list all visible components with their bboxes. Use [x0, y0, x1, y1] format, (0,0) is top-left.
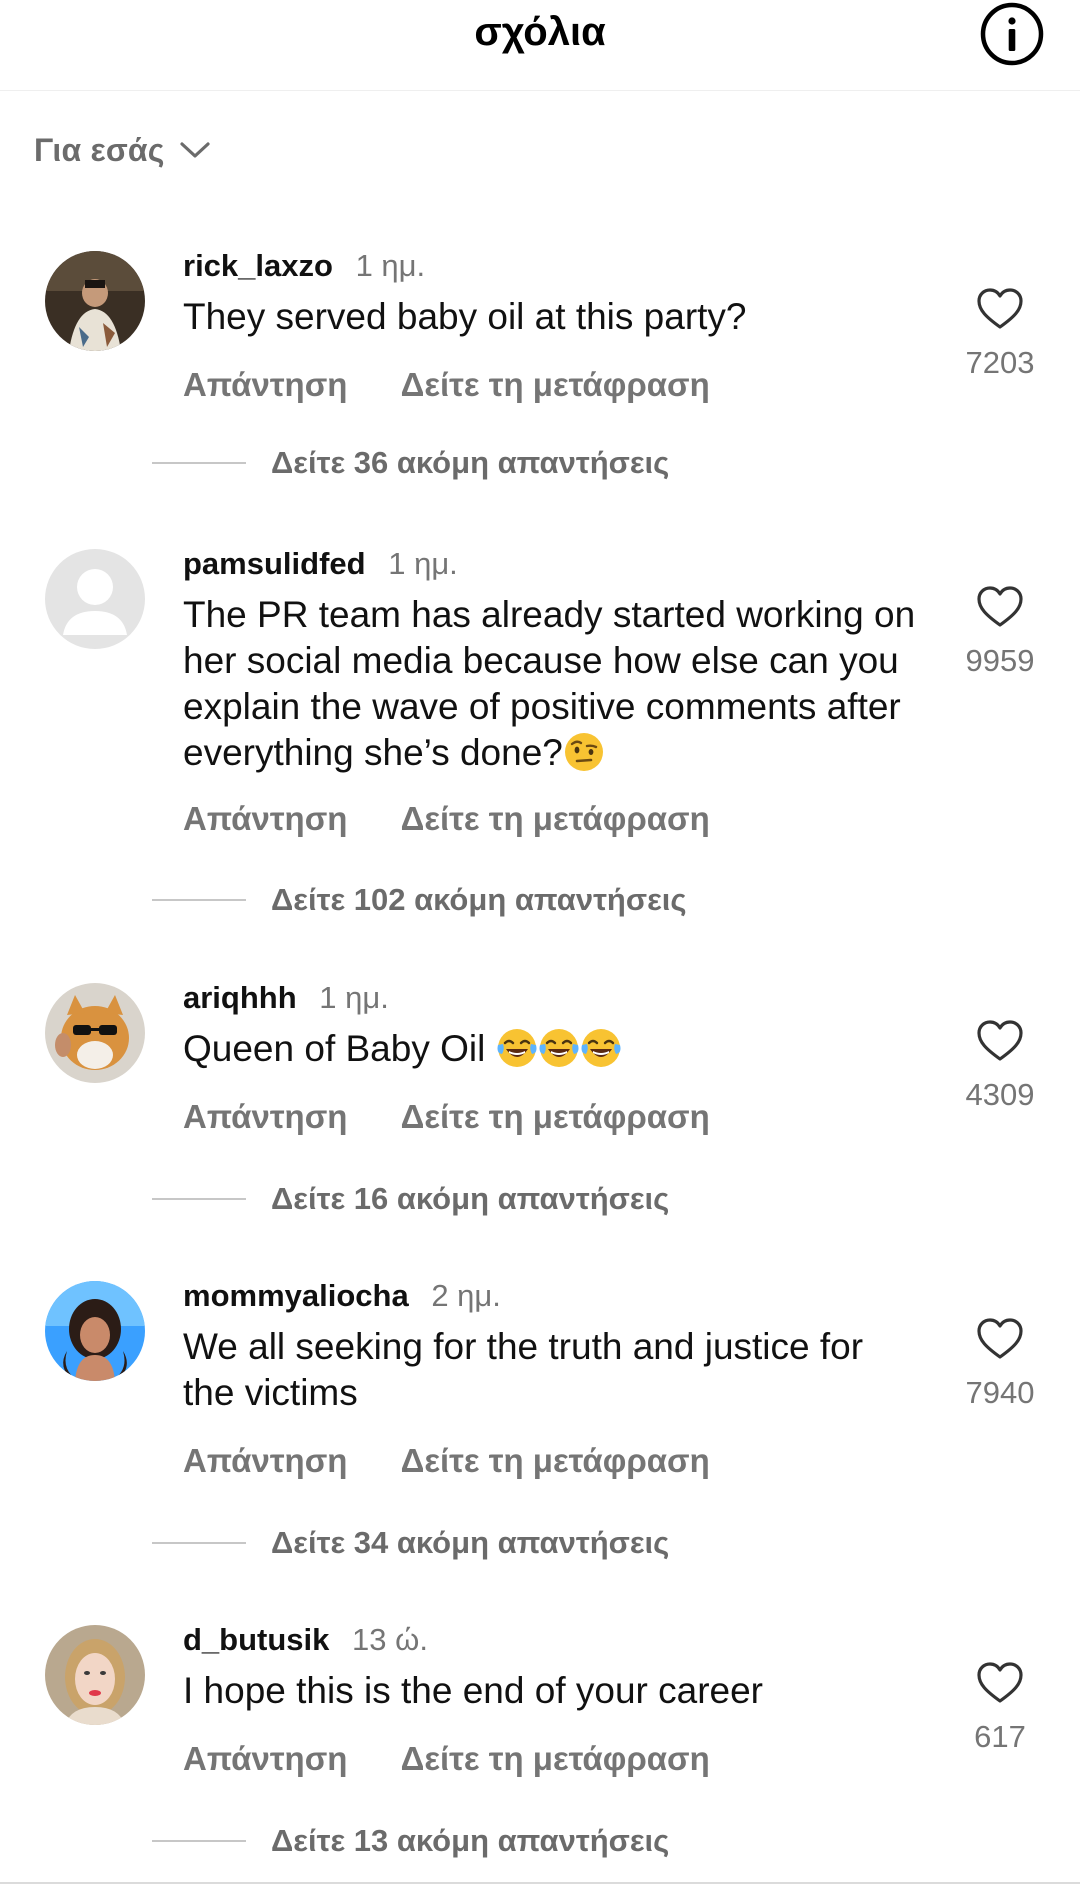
timestamp: 1 ημ.	[319, 980, 389, 1015]
sort-selector[interactable]: Για εσάς	[34, 130, 211, 170]
comment-meta: mommyaliocha 2 ημ.	[183, 1278, 501, 1318]
comment-actions: Απάντηση Δείτε τη μετάφραση	[183, 800, 710, 838]
bottom-divider	[0, 1882, 1080, 1884]
comment-text-body: Queen of Baby Oil	[183, 1028, 486, 1069]
avatar[interactable]	[45, 549, 145, 649]
like-count: 9959	[965, 643, 1035, 678]
reply-button[interactable]: Απάντηση	[183, 1098, 347, 1135]
comment-actions: Απάντηση Δείτε τη μετάφραση	[183, 366, 710, 404]
username[interactable]: pamsulidfed	[183, 546, 366, 581]
see-translation-button[interactable]: Δείτε τη μετάφραση	[401, 366, 710, 403]
comment-text: We all seeking for the truth and justice…	[183, 1326, 864, 1413]
see-translation-button[interactable]: Δείτε τη μετάφραση	[401, 1442, 710, 1479]
comment-meta: pamsulidfed 1 ημ.	[183, 546, 458, 586]
page-title: σχόλια	[474, 10, 606, 54]
comment-text: The PR team has already started working …	[183, 592, 923, 776]
comment-text-body: The PR team has already started working …	[183, 594, 916, 773]
replies-divider	[152, 1840, 246, 1842]
comment-actions: Απάντηση Δείτε τη μετάφραση	[183, 1442, 710, 1480]
sort-label: Για εσάς	[34, 131, 165, 168]
replies-divider	[152, 1542, 246, 1544]
like-count: 617	[974, 1719, 1026, 1754]
see-translation-button[interactable]: Δείτε τη μετάφραση	[401, 1098, 710, 1135]
comment-text: Queen of Baby Oil	[183, 1026, 923, 1072]
see-translation-button[interactable]: Δείτε τη μετάφραση	[401, 1740, 710, 1777]
username[interactable]: mommyaliocha	[183, 1278, 409, 1313]
like-block: 7203	[955, 287, 1045, 381]
heart-icon[interactable]	[976, 585, 1024, 629]
view-replies-label[interactable]: Δείτε 102 ακόμη απαντήσεις	[271, 882, 687, 918]
username[interactable]: rick_laxzo	[183, 248, 333, 283]
username[interactable]: d_butusik	[183, 1622, 329, 1657]
reply-button[interactable]: Απάντηση	[183, 800, 347, 837]
like-block: 4309	[955, 1019, 1045, 1113]
see-translation-button[interactable]: Δείτε τη μετάφραση	[401, 800, 710, 837]
avatar[interactable]	[45, 1281, 145, 1381]
comment-actions: Απάντηση Δείτε τη μετάφραση	[183, 1740, 710, 1778]
like-block: 9959	[955, 585, 1045, 679]
like-count: 4309	[965, 1077, 1035, 1112]
reply-button[interactable]: Απάντηση	[183, 366, 347, 403]
replies-divider	[152, 462, 246, 464]
comment-meta: ariqhhh 1 ημ.	[183, 980, 389, 1020]
view-replies[interactable]: Δείτε 102 ακόμη απαντήσεις	[152, 880, 687, 920]
view-replies[interactable]: Δείτε 36 ακόμη απαντήσεις	[152, 443, 669, 483]
comment-text: I hope this is the end of your career	[183, 1670, 764, 1711]
heart-icon[interactable]	[976, 1019, 1024, 1063]
replies-divider	[152, 899, 246, 901]
view-replies[interactable]: Δείτε 16 ακόμη απαντήσεις	[152, 1179, 669, 1219]
info-icon[interactable]	[979, 1, 1045, 67]
timestamp: 1 ημ.	[388, 546, 458, 581]
tears-of-joy-emoji-icon	[581, 1029, 621, 1067]
like-block: 617	[955, 1661, 1045, 1755]
comment-text: They served baby oil at this party?	[183, 296, 747, 337]
like-count: 7203	[965, 345, 1035, 380]
heart-icon[interactable]	[976, 287, 1024, 331]
reply-button[interactable]: Απάντηση	[183, 1442, 347, 1479]
like-block: 7940	[955, 1317, 1045, 1411]
heart-icon[interactable]	[976, 1317, 1024, 1361]
avatar[interactable]	[45, 983, 145, 1083]
timestamp: 1 ημ.	[355, 248, 426, 283]
tears-of-joy-emoji-icon	[539, 1029, 579, 1067]
like-count: 7940	[965, 1375, 1035, 1410]
view-replies[interactable]: Δείτε 13 ακόμη απαντήσεις	[152, 1821, 669, 1861]
view-replies-label[interactable]: Δείτε 13 ακόμη απαντήσεις	[271, 1823, 669, 1859]
timestamp: 13 ώ.	[352, 1622, 428, 1657]
comment-actions: Απάντηση Δείτε τη μετάφραση	[183, 1098, 710, 1136]
comment-meta: rick_laxzo 1 ημ.	[183, 248, 425, 288]
timestamp: 2 ημ.	[431, 1278, 501, 1313]
replies-divider	[152, 1198, 246, 1200]
reply-button[interactable]: Απάντηση	[183, 1740, 347, 1777]
raised-eyebrow-emoji-icon	[564, 733, 603, 771]
avatar[interactable]	[45, 251, 145, 351]
view-replies-label[interactable]: Δείτε 36 ακόμη απαντήσεις	[271, 445, 669, 481]
heart-icon[interactable]	[976, 1661, 1024, 1705]
comment-meta: d_butusik 13 ώ.	[183, 1622, 428, 1662]
tears-of-joy-emoji-icon	[497, 1029, 537, 1067]
chevron-down-icon	[180, 142, 210, 158]
top-bar: σχόλια	[0, 0, 1080, 91]
username[interactable]: ariqhhh	[183, 980, 297, 1015]
view-replies-label[interactable]: Δείτε 34 ακόμη απαντήσεις	[271, 1525, 669, 1561]
avatar[interactable]	[45, 1625, 145, 1725]
view-replies[interactable]: Δείτε 34 ακόμη απαντήσεις	[152, 1523, 669, 1563]
view-replies-label[interactable]: Δείτε 16 ακόμη απαντήσεις	[271, 1181, 669, 1217]
